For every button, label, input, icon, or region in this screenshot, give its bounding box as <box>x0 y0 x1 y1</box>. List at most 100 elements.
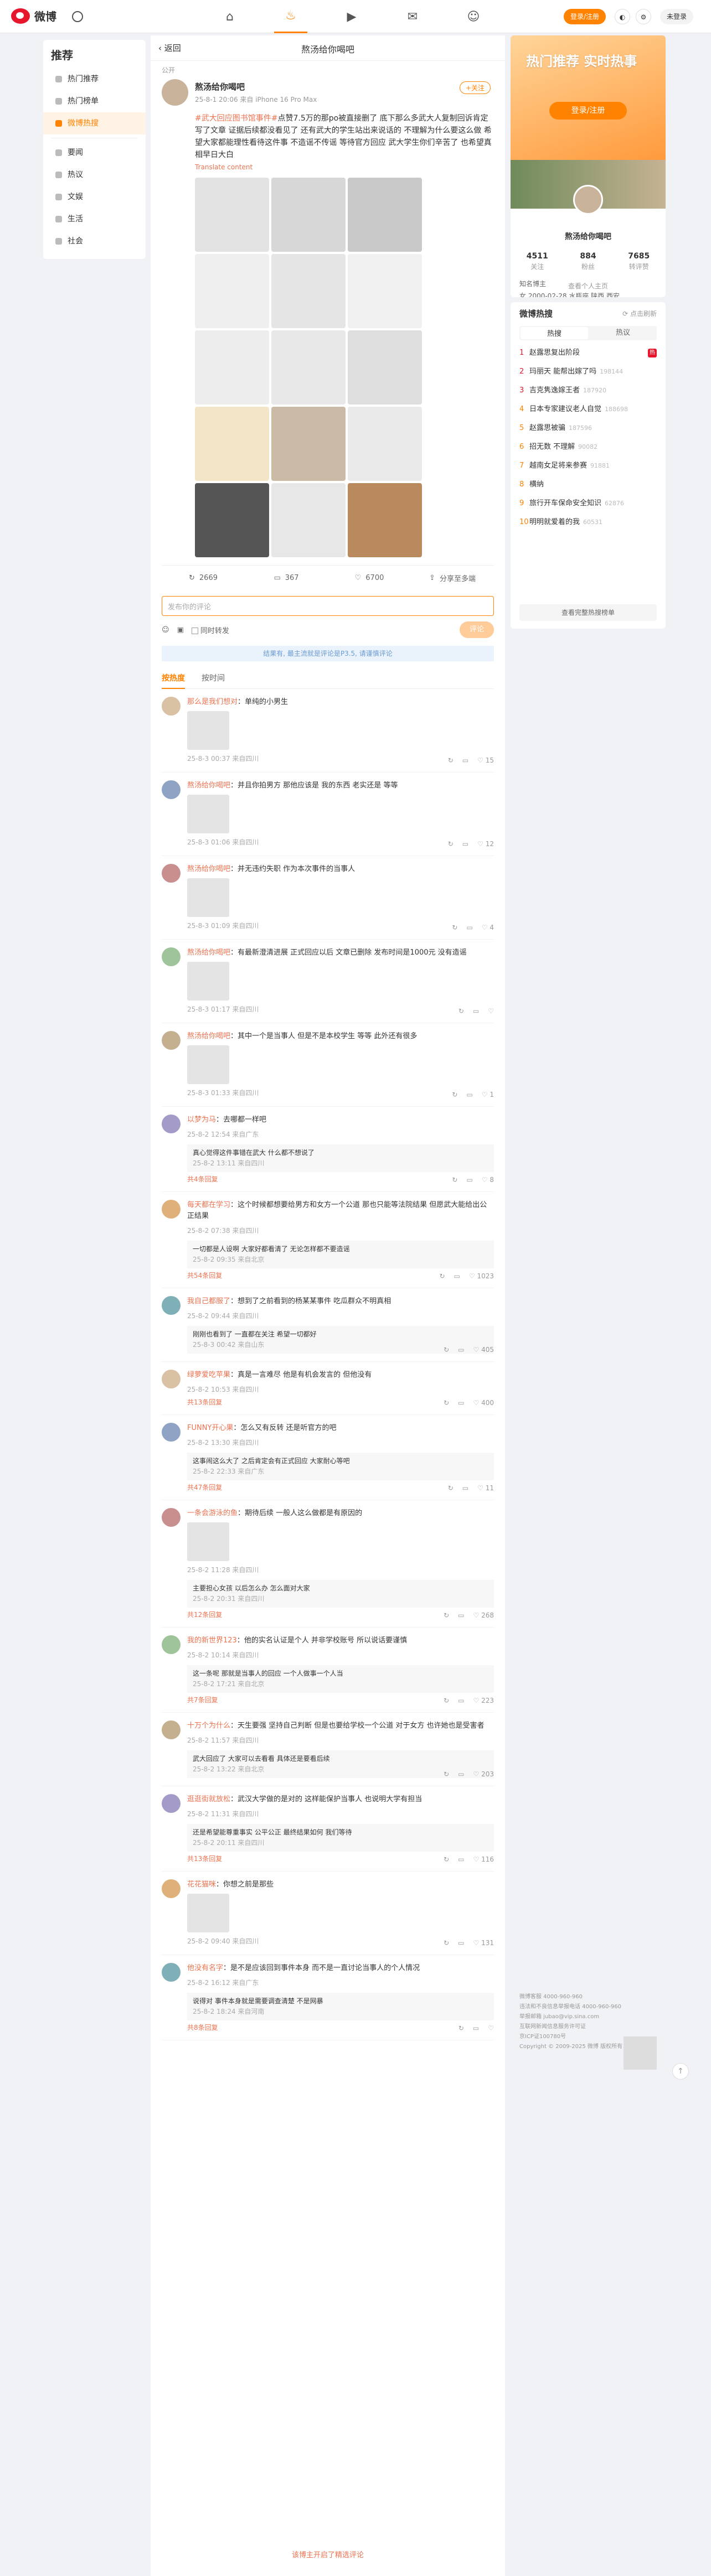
reply-icon[interactable]: ▭ <box>462 840 468 848</box>
hot-search-more-button[interactable]: 查看完整热搜榜单 <box>519 604 657 621</box>
comment-image[interactable] <box>187 1045 229 1084</box>
post-image[interactable] <box>195 330 269 405</box>
repost-icon[interactable]: ↻ <box>444 1855 449 1863</box>
hot-search-item[interactable]: 7 越南女足将来参赛 91881 <box>519 457 657 475</box>
reply-icon[interactable]: ▭ <box>462 756 468 764</box>
like-icon[interactable]: ♡ <box>488 1007 494 1015</box>
commenter-avatar[interactable] <box>162 1115 181 1133</box>
commenter-avatar[interactable] <box>162 864 181 883</box>
comment-image[interactable] <box>187 962 229 1001</box>
comment-image[interactable] <box>187 878 229 917</box>
commenter-name[interactable]: 我的新世界123 <box>187 1636 237 1645</box>
reply-icon[interactable]: ▭ <box>466 1176 472 1184</box>
reply-icon[interactable]: ▭ <box>473 2024 479 2032</box>
hot-search-item[interactable]: 6 招无数 不理解 90082 <box>519 438 657 457</box>
repost-icon[interactable]: ↻ <box>458 2024 464 2032</box>
nav-item-news[interactable]: 要闻 <box>43 142 146 164</box>
login-button[interactable]: 登录/注册 <box>564 9 606 24</box>
repost-icon[interactable]: ↻ <box>448 756 454 764</box>
tab-time[interactable]: 按时间 <box>202 672 225 689</box>
post-image[interactable] <box>271 330 346 405</box>
emoji-icon[interactable]: ☺ <box>162 626 169 634</box>
like-icon[interactable]: ♡ 116 <box>473 1855 494 1863</box>
like-icon[interactable]: ♡ 1023 <box>469 1272 494 1280</box>
reply-icon[interactable]: ▭ <box>458 1611 464 1619</box>
avatar[interactable] <box>162 79 188 106</box>
repost-icon[interactable]: ↻ <box>444 1770 449 1778</box>
theme-icon[interactable]: ◐ <box>615 9 630 24</box>
back-to-top-icon[interactable]: ↑ <box>672 2063 689 2080</box>
commenter-name[interactable]: 那么是我们想对 <box>187 698 238 706</box>
like-icon[interactable]: ♡ 400 <box>473 1399 494 1407</box>
send-button[interactable]: 评论 <box>460 621 494 638</box>
hot-search-item[interactable]: 5 赵露思被骗 187596 <box>519 419 657 438</box>
reply-icon[interactable]: ▭ <box>466 1091 472 1098</box>
like-icon[interactable]: ♡ <box>488 2024 494 2032</box>
post-image[interactable] <box>348 330 422 405</box>
commenter-avatar[interactable] <box>162 1635 181 1654</box>
repost-icon[interactable]: ↻ <box>452 1176 457 1184</box>
hot-search-item[interactable]: 8 横纳 <box>519 475 657 494</box>
repost-icon[interactable]: ↻ <box>444 1939 449 1947</box>
topic-tag[interactable]: #武大回应图书馆事件# <box>195 114 277 123</box>
comment-image[interactable] <box>187 1894 229 1932</box>
hot-search-item[interactable]: 3 吉克隽逸嫁王者 187920 <box>519 381 657 400</box>
commenter-avatar[interactable] <box>162 1296 181 1315</box>
post-image[interactable] <box>271 483 346 557</box>
reply-icon[interactable]: ▭ <box>458 1855 464 1863</box>
refresh-button[interactable]: ⟳ 点击刷新 <box>622 309 657 318</box>
like-button[interactable]: ♡ 6700 <box>328 566 411 590</box>
hot-search-item[interactable]: 1 赵露思复出阶段 热 <box>519 344 657 362</box>
more-replies-link[interactable]: 共4条回复 <box>187 1174 494 1184</box>
nav-item-hot-search[interactable]: 微博热搜 <box>43 112 146 134</box>
tab-hot-discuss[interactable]: 热议 <box>589 326 657 340</box>
repost-icon[interactable]: ↻ <box>444 1611 449 1619</box>
like-icon[interactable]: ♡ 131 <box>473 1939 494 1947</box>
post-image[interactable] <box>271 407 346 481</box>
like-icon[interactable]: ♡ 4 <box>482 924 494 931</box>
commenter-name[interactable]: 我自己都服了 <box>187 1297 230 1305</box>
post-image[interactable] <box>271 178 346 252</box>
repost-icon[interactable]: ↻ <box>448 1484 454 1492</box>
tab-hot-search[interactable]: 热搜 <box>521 327 588 339</box>
reply-icon[interactable]: ▭ <box>458 1697 464 1704</box>
comment-image[interactable] <box>187 1522 229 1561</box>
share-button[interactable]: ⇪ 分享至多端 <box>411 566 494 590</box>
repost-checkbox[interactable]: 同时转发 <box>191 625 229 635</box>
repost-icon[interactable]: ↻ <box>439 1272 445 1280</box>
comment-image[interactable] <box>187 711 229 750</box>
nav-item-hot-recommend[interactable]: 热门推荐 <box>43 68 146 90</box>
comment-button[interactable]: ▭ 367 <box>245 566 328 590</box>
reply-icon[interactable]: ▭ <box>473 1007 479 1015</box>
commenter-avatar[interactable] <box>162 1879 181 1898</box>
post-image[interactable] <box>195 178 269 252</box>
post-image[interactable] <box>348 407 422 481</box>
reply-icon[interactable]: ▭ <box>458 1399 464 1407</box>
hot-search-item[interactable]: 9 旅行开车保命安全知识 62876 <box>519 494 657 513</box>
repost-button[interactable]: ↻ 2669 <box>162 566 245 590</box>
commenter-name[interactable]: 熬汤给你喝吧 <box>187 948 230 957</box>
post-image[interactable] <box>348 254 422 328</box>
commenter-avatar[interactable] <box>162 1794 181 1813</box>
like-icon[interactable]: ♡ 1 <box>482 1091 494 1098</box>
weibo-logo[interactable]: 微博 <box>11 8 56 24</box>
reply-icon[interactable]: ▭ <box>466 924 472 931</box>
more-replies-link[interactable]: 共8条回复 <box>187 2023 494 2032</box>
like-icon[interactable]: ♡ 405 <box>473 1346 494 1354</box>
nav-item-discuss[interactable]: 热议 <box>43 164 146 186</box>
commenter-avatar[interactable] <box>162 1200 181 1219</box>
like-icon[interactable]: ♡ 223 <box>473 1697 494 1704</box>
translate-link[interactable]: Translate content <box>195 163 494 171</box>
reply-icon[interactable]: ▭ <box>454 1272 460 1280</box>
repost-icon[interactable]: ↻ <box>452 1091 457 1098</box>
post-image[interactable] <box>195 254 269 328</box>
reply-icon[interactable]: ▭ <box>458 1770 464 1778</box>
commenter-avatar[interactable] <box>162 1423 181 1442</box>
commenter-avatar[interactable] <box>162 697 181 716</box>
comment-input[interactable]: 发布你的评论 <box>162 596 494 616</box>
commenter-avatar[interactable] <box>162 1031 181 1050</box>
repost-icon[interactable]: ↻ <box>452 924 457 931</box>
stat-following[interactable]: 4511 关注 <box>527 252 548 271</box>
hot-search-item[interactable]: 2 玛丽天 能帮出嫁了吗 198144 <box>519 362 657 381</box>
commenter-avatar[interactable] <box>162 947 181 966</box>
